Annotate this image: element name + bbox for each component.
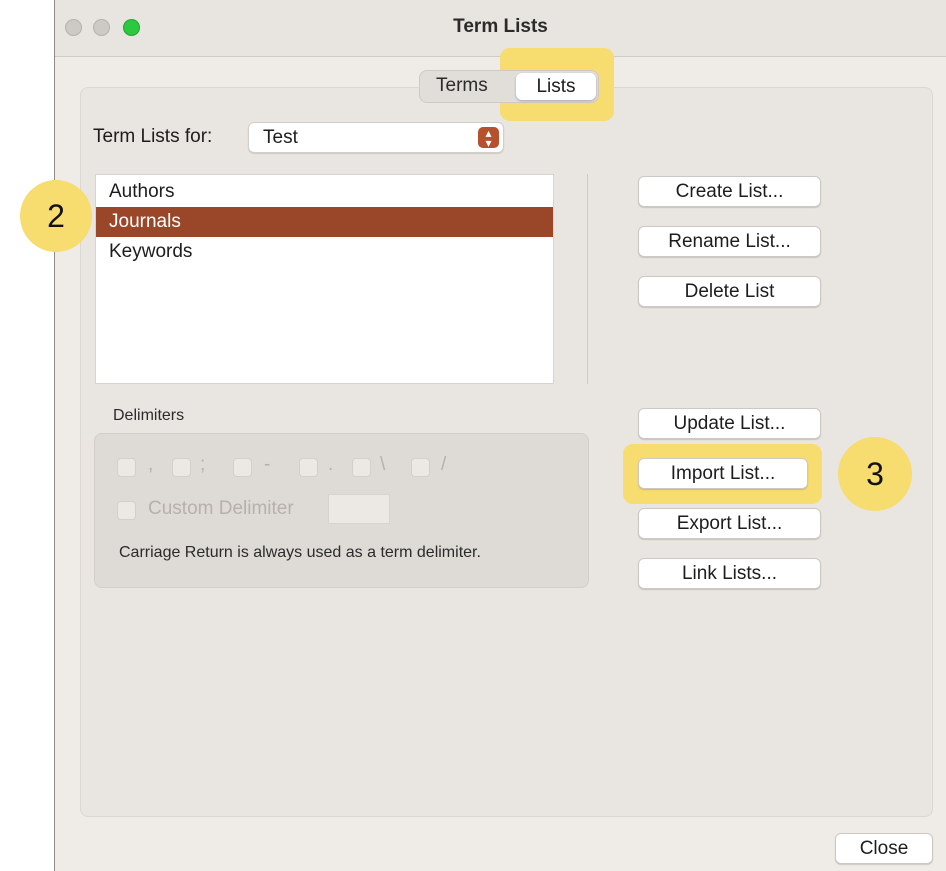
custom-delimiter-field[interactable] — [328, 494, 390, 524]
delimiter-comma-checkbox[interactable] — [117, 458, 136, 477]
popup-value: Test — [263, 127, 298, 148]
export-list-button[interactable]: Export List... — [638, 508, 821, 539]
vertical-divider — [587, 174, 588, 384]
window-title: Term Lists — [453, 16, 548, 37]
list-item-label: Keywords — [109, 241, 193, 262]
delimiter-slash-checkbox[interactable] — [411, 458, 430, 477]
delimiter-period-checkbox[interactable] — [299, 458, 318, 477]
term-lists-for-label: Term Lists for: — [93, 126, 213, 147]
update-list-button[interactable]: Update List... — [638, 408, 821, 439]
step-3-badge: 3 — [838, 437, 912, 511]
delimiter-semicolon-checkbox[interactable] — [172, 458, 191, 477]
delimiter-slash-label: / — [441, 454, 447, 475]
delimiter-hyphen-checkbox[interactable] — [233, 458, 252, 477]
delimiter-semicolon-label: ; — [200, 454, 206, 475]
custom-delimiter-checkbox[interactable] — [117, 501, 136, 520]
custom-delimiter-label: Custom Delimiter — [148, 498, 294, 519]
create-list-button[interactable]: Create List... — [638, 176, 821, 207]
tab-lists[interactable]: Lists — [516, 73, 596, 100]
rename-list-button[interactable]: Rename List... — [638, 226, 821, 257]
tab-control: Terms Lists — [419, 70, 599, 103]
term-lists-listbox[interactable]: Authors Journals Keywords — [95, 174, 554, 384]
list-item[interactable]: Keywords — [96, 237, 553, 267]
list-item-label: Authors — [109, 181, 175, 202]
delimiters-label: Delimiters — [113, 407, 185, 424]
tab-terms[interactable]: Terms — [436, 75, 488, 97]
title-bar: Term Lists — [55, 0, 946, 57]
step-2-badge: 2 — [20, 180, 92, 252]
carriage-return-note: Carriage Return is always used as a term… — [119, 544, 481, 561]
delimiter-period-label: . — [328, 454, 334, 475]
link-lists-button[interactable]: Link Lists... — [638, 558, 821, 589]
reference-library-popup[interactable]: Test ▴ ▾ — [248, 122, 504, 153]
import-list-button[interactable]: Import List... — [638, 458, 808, 489]
list-item[interactable]: Authors — [96, 177, 553, 207]
delimiter-hyphen-label: - — [264, 454, 271, 475]
delimiter-comma-label: , — [148, 454, 154, 475]
close-button[interactable]: Close — [835, 833, 933, 864]
delete-list-button[interactable]: Delete List — [638, 276, 821, 307]
term-lists-window: Term Lists Terms Lists Term Lists for: T… — [54, 0, 946, 871]
delimiter-backslash-checkbox[interactable] — [352, 458, 371, 477]
list-item-label: Journals — [109, 211, 181, 232]
list-item-selected[interactable]: Journals — [96, 207, 553, 237]
delimiter-backslash-label: \ — [380, 454, 386, 475]
popup-chevron-icon: ▴ ▾ — [478, 127, 499, 149]
